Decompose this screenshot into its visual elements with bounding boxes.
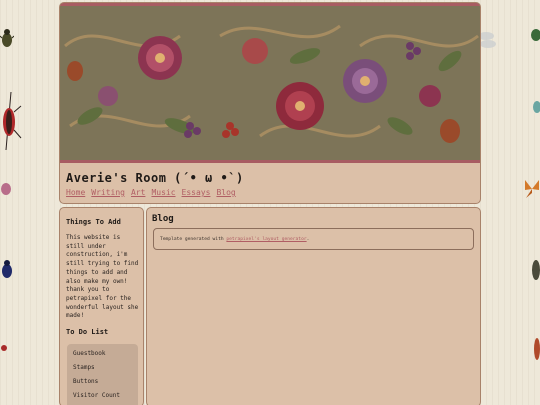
bug-icon xyxy=(530,100,540,114)
todo-list: Guestbook Stamps Buttons Visitor Count xyxy=(67,344,138,405)
nav-link-writing[interactable]: Writing xyxy=(91,188,125,197)
nav-link-blog[interactable]: Blog xyxy=(216,188,235,197)
template-credit-text: Template generated with petrapixel's lay… xyxy=(160,237,309,242)
template-generator-link[interactable]: petrapixel's layout generator xyxy=(226,237,306,242)
todo-heading: To Do List xyxy=(66,328,109,336)
things-to-add-heading: Things To Add xyxy=(66,218,121,226)
moth-icon xyxy=(532,336,540,362)
nav-link-essays[interactable]: Essays xyxy=(182,188,211,197)
moth-icon xyxy=(0,182,12,196)
beetle-icon xyxy=(0,260,14,280)
main-nav: Home Writing Art Music Essays Blog xyxy=(66,188,236,197)
main-content: Blog Template generated with petrapixel'… xyxy=(146,207,481,405)
butterfly-icon xyxy=(524,178,540,200)
header-panel: Averie's Room (´• ω •`) Home Writing Art… xyxy=(59,2,481,204)
floral-banner-image xyxy=(60,3,480,163)
beetle-icon xyxy=(528,28,540,42)
nav-link-art[interactable]: Art xyxy=(131,188,145,197)
page-title: Blog xyxy=(152,214,174,224)
nav-link-music[interactable]: Music xyxy=(151,188,175,197)
list-item: Visitor Count xyxy=(73,392,120,399)
beetle-icon xyxy=(0,28,14,50)
bug-icon xyxy=(0,92,22,150)
template-credit-suffix: . xyxy=(306,237,310,242)
bug-icon xyxy=(0,344,8,352)
bug-icon xyxy=(528,258,540,282)
sidebar: Things To Add This website is still unde… xyxy=(59,207,144,405)
list-item: Stamps xyxy=(73,364,95,371)
list-item: Guestbook xyxy=(73,350,106,357)
template-credit-prefix: Template generated with xyxy=(160,237,227,242)
list-item: Buttons xyxy=(73,378,99,385)
nav-link-home[interactable]: Home xyxy=(66,188,85,197)
things-to-add-text: This website is still under construction… xyxy=(66,234,139,320)
dragonfly-icon xyxy=(478,28,500,52)
site-title: Averie's Room (´• ω •`) xyxy=(66,171,244,185)
template-credit-box: Template generated with petrapixel's lay… xyxy=(153,228,474,250)
